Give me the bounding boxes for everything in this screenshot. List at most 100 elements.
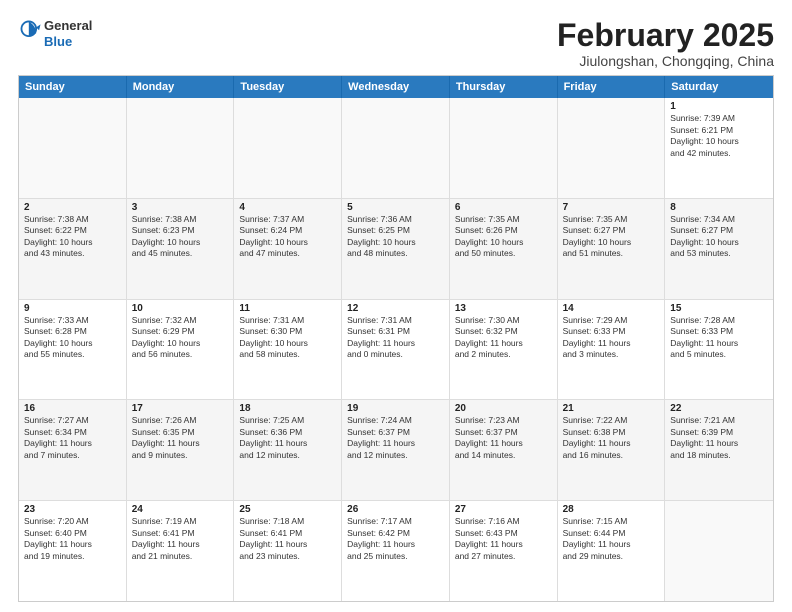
day-number-18: 18 xyxy=(239,403,336,414)
day-number-13: 13 xyxy=(455,303,552,314)
day-number-2: 2 xyxy=(24,202,121,213)
day-cell-24: 24Sunrise: 7:19 AMSunset: 6:41 PMDayligh… xyxy=(127,501,235,601)
day-number-11: 11 xyxy=(239,303,336,314)
day-cell-2: 2Sunrise: 7:38 AMSunset: 6:22 PMDaylight… xyxy=(19,199,127,299)
day-info-17: Sunrise: 7:26 AMSunset: 6:35 PMDaylight:… xyxy=(132,415,229,461)
day-cell-7: 7Sunrise: 7:35 AMSunset: 6:27 PMDaylight… xyxy=(558,199,666,299)
week-row-1: 1Sunrise: 7:39 AMSunset: 6:21 PMDaylight… xyxy=(19,98,773,199)
weekday-wednesday: Wednesday xyxy=(342,76,450,98)
empty-cell-0-5 xyxy=(558,98,666,198)
calendar-page: General Blue February 2025 Jiulongshan, … xyxy=(0,0,792,612)
location-text: Jiulongshan, Chongqing, China xyxy=(557,53,774,69)
day-cell-5: 5Sunrise: 7:36 AMSunset: 6:25 PMDaylight… xyxy=(342,199,450,299)
day-cell-26: 26Sunrise: 7:17 AMSunset: 6:42 PMDayligh… xyxy=(342,501,450,601)
empty-cell-0-4 xyxy=(450,98,558,198)
day-cell-14: 14Sunrise: 7:29 AMSunset: 6:33 PMDayligh… xyxy=(558,300,666,400)
logo-general-text: General xyxy=(44,18,92,33)
day-number-3: 3 xyxy=(132,202,229,213)
empty-cell-0-0 xyxy=(19,98,127,198)
day-cell-10: 10Sunrise: 7:32 AMSunset: 6:29 PMDayligh… xyxy=(127,300,235,400)
weekday-monday: Monday xyxy=(127,76,235,98)
day-cell-12: 12Sunrise: 7:31 AMSunset: 6:31 PMDayligh… xyxy=(342,300,450,400)
logo: General Blue xyxy=(18,18,92,49)
day-cell-15: 15Sunrise: 7:28 AMSunset: 6:33 PMDayligh… xyxy=(665,300,773,400)
day-cell-13: 13Sunrise: 7:30 AMSunset: 6:32 PMDayligh… xyxy=(450,300,558,400)
day-info-18: Sunrise: 7:25 AMSunset: 6:36 PMDaylight:… xyxy=(239,415,336,461)
day-info-27: Sunrise: 7:16 AMSunset: 6:43 PMDaylight:… xyxy=(455,516,552,562)
day-info-1: Sunrise: 7:39 AMSunset: 6:21 PMDaylight:… xyxy=(670,113,768,159)
day-number-4: 4 xyxy=(239,202,336,213)
day-number-8: 8 xyxy=(670,202,768,213)
day-info-11: Sunrise: 7:31 AMSunset: 6:30 PMDaylight:… xyxy=(239,315,336,361)
week-row-2: 2Sunrise: 7:38 AMSunset: 6:22 PMDaylight… xyxy=(19,199,773,300)
day-info-7: Sunrise: 7:35 AMSunset: 6:27 PMDaylight:… xyxy=(563,214,660,260)
day-info-20: Sunrise: 7:23 AMSunset: 6:37 PMDaylight:… xyxy=(455,415,552,461)
weekday-tuesday: Tuesday xyxy=(234,76,342,98)
day-info-24: Sunrise: 7:19 AMSunset: 6:41 PMDaylight:… xyxy=(132,516,229,562)
day-cell-9: 9Sunrise: 7:33 AMSunset: 6:28 PMDaylight… xyxy=(19,300,127,400)
day-number-19: 19 xyxy=(347,403,444,414)
day-info-4: Sunrise: 7:37 AMSunset: 6:24 PMDaylight:… xyxy=(239,214,336,260)
day-info-10: Sunrise: 7:32 AMSunset: 6:29 PMDaylight:… xyxy=(132,315,229,361)
day-cell-11: 11Sunrise: 7:31 AMSunset: 6:30 PMDayligh… xyxy=(234,300,342,400)
day-number-17: 17 xyxy=(132,403,229,414)
day-info-8: Sunrise: 7:34 AMSunset: 6:27 PMDaylight:… xyxy=(670,214,768,260)
day-number-14: 14 xyxy=(563,303,660,314)
day-info-26: Sunrise: 7:17 AMSunset: 6:42 PMDaylight:… xyxy=(347,516,444,562)
day-info-3: Sunrise: 7:38 AMSunset: 6:23 PMDaylight:… xyxy=(132,214,229,260)
month-title: February 2025 xyxy=(557,18,774,53)
day-number-21: 21 xyxy=(563,403,660,414)
day-cell-23: 23Sunrise: 7:20 AMSunset: 6:40 PMDayligh… xyxy=(19,501,127,601)
empty-cell-0-1 xyxy=(127,98,235,198)
day-info-6: Sunrise: 7:35 AMSunset: 6:26 PMDaylight:… xyxy=(455,214,552,260)
day-number-12: 12 xyxy=(347,303,444,314)
day-number-7: 7 xyxy=(563,202,660,213)
weekday-thursday: Thursday xyxy=(450,76,558,98)
day-info-13: Sunrise: 7:30 AMSunset: 6:32 PMDaylight:… xyxy=(455,315,552,361)
day-info-19: Sunrise: 7:24 AMSunset: 6:37 PMDaylight:… xyxy=(347,415,444,461)
weekday-saturday: Saturday xyxy=(665,76,773,98)
day-info-14: Sunrise: 7:29 AMSunset: 6:33 PMDaylight:… xyxy=(563,315,660,361)
day-number-15: 15 xyxy=(670,303,768,314)
day-cell-20: 20Sunrise: 7:23 AMSunset: 6:37 PMDayligh… xyxy=(450,400,558,500)
logo-icon xyxy=(20,20,42,42)
day-number-16: 16 xyxy=(24,403,121,414)
day-number-22: 22 xyxy=(670,403,768,414)
day-cell-4: 4Sunrise: 7:37 AMSunset: 6:24 PMDaylight… xyxy=(234,199,342,299)
day-cell-25: 25Sunrise: 7:18 AMSunset: 6:41 PMDayligh… xyxy=(234,501,342,601)
day-number-26: 26 xyxy=(347,504,444,515)
day-info-2: Sunrise: 7:38 AMSunset: 6:22 PMDaylight:… xyxy=(24,214,121,260)
empty-cell-0-3 xyxy=(342,98,450,198)
day-cell-1: 1Sunrise: 7:39 AMSunset: 6:21 PMDaylight… xyxy=(665,98,773,198)
day-number-24: 24 xyxy=(132,504,229,515)
empty-cell-0-2 xyxy=(234,98,342,198)
day-number-1: 1 xyxy=(670,101,768,112)
day-info-23: Sunrise: 7:20 AMSunset: 6:40 PMDaylight:… xyxy=(24,516,121,562)
logo-blue-text: Blue xyxy=(44,34,72,49)
day-number-23: 23 xyxy=(24,504,121,515)
day-number-27: 27 xyxy=(455,504,552,515)
day-info-15: Sunrise: 7:28 AMSunset: 6:33 PMDaylight:… xyxy=(670,315,768,361)
day-cell-8: 8Sunrise: 7:34 AMSunset: 6:27 PMDaylight… xyxy=(665,199,773,299)
page-header: General Blue February 2025 Jiulongshan, … xyxy=(18,18,774,69)
day-info-9: Sunrise: 7:33 AMSunset: 6:28 PMDaylight:… xyxy=(24,315,121,361)
day-info-5: Sunrise: 7:36 AMSunset: 6:25 PMDaylight:… xyxy=(347,214,444,260)
day-info-12: Sunrise: 7:31 AMSunset: 6:31 PMDaylight:… xyxy=(347,315,444,361)
day-cell-22: 22Sunrise: 7:21 AMSunset: 6:39 PMDayligh… xyxy=(665,400,773,500)
day-info-16: Sunrise: 7:27 AMSunset: 6:34 PMDaylight:… xyxy=(24,415,121,461)
day-number-5: 5 xyxy=(347,202,444,213)
day-cell-6: 6Sunrise: 7:35 AMSunset: 6:26 PMDaylight… xyxy=(450,199,558,299)
day-cell-21: 21Sunrise: 7:22 AMSunset: 6:38 PMDayligh… xyxy=(558,400,666,500)
title-block: February 2025 Jiulongshan, Chongqing, Ch… xyxy=(557,18,774,69)
week-row-3: 9Sunrise: 7:33 AMSunset: 6:28 PMDaylight… xyxy=(19,300,773,401)
day-info-21: Sunrise: 7:22 AMSunset: 6:38 PMDaylight:… xyxy=(563,415,660,461)
calendar: Sunday Monday Tuesday Wednesday Thursday… xyxy=(18,75,774,602)
day-number-20: 20 xyxy=(455,403,552,414)
day-cell-18: 18Sunrise: 7:25 AMSunset: 6:36 PMDayligh… xyxy=(234,400,342,500)
calendar-header: Sunday Monday Tuesday Wednesday Thursday… xyxy=(19,76,773,98)
day-info-28: Sunrise: 7:15 AMSunset: 6:44 PMDaylight:… xyxy=(563,516,660,562)
week-row-5: 23Sunrise: 7:20 AMSunset: 6:40 PMDayligh… xyxy=(19,501,773,601)
day-number-10: 10 xyxy=(132,303,229,314)
day-cell-3: 3Sunrise: 7:38 AMSunset: 6:23 PMDaylight… xyxy=(127,199,235,299)
day-cell-28: 28Sunrise: 7:15 AMSunset: 6:44 PMDayligh… xyxy=(558,501,666,601)
